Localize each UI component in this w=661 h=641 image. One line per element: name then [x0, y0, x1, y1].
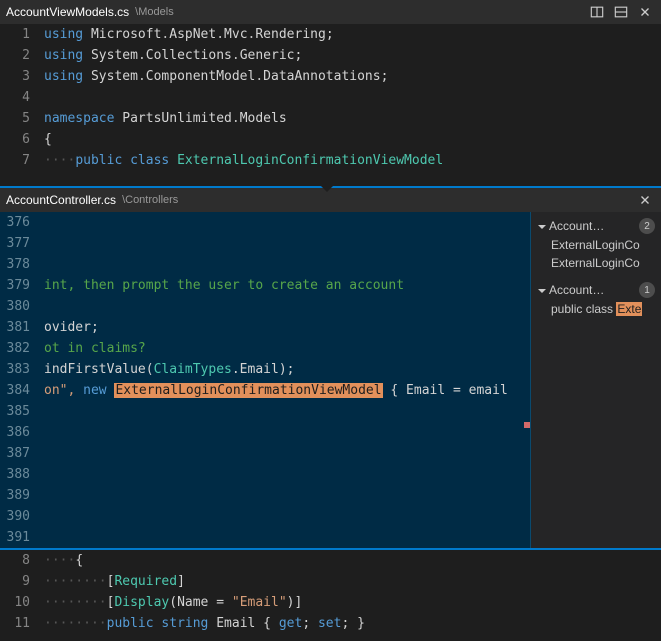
peek-file-name: AccountController.cs [6, 193, 116, 207]
error-marker-icon[interactable] [524, 422, 530, 428]
peek-pane: AccountController.cs \Controllers 376 37… [0, 186, 661, 548]
chevron-down-icon [537, 221, 547, 231]
count-badge: 2 [639, 218, 655, 234]
references-panel: Account… 2 ExternalLoginCo ExternalLogin… [531, 212, 661, 548]
bottom-editor-pane: 8····{ 9········[Required] 10········[Di… [0, 548, 661, 641]
reference-item[interactable]: ExternalLoginCo [531, 254, 661, 272]
top-file-path: \Models [135, 6, 174, 18]
code-line: 2using System.Collections.Generic; [0, 45, 661, 66]
reference-file-group[interactable]: Account… 1 [531, 280, 661, 300]
split-horizontal-icon[interactable] [611, 2, 631, 22]
code-line: 7····public class ExternalLoginConfirmat… [0, 150, 661, 171]
top-code-area[interactable]: 1using Microsoft.AspNet.Mvc.Rendering; 2… [0, 24, 661, 186]
reference-file-group[interactable]: Account… 2 [531, 216, 661, 236]
peek-pointer-icon [320, 185, 334, 192]
reference-item[interactable]: public class Exte [531, 300, 661, 318]
close-icon[interactable] [635, 2, 655, 22]
split-vertical-icon[interactable] [587, 2, 607, 22]
peek-code-area[interactable]: 376 377 378 379int, then prompt the user… [0, 212, 531, 548]
bottom-code-area[interactable]: 8····{ 9········[Required] 10········[Di… [0, 550, 661, 641]
code-line: 1using Microsoft.AspNet.Mvc.Rendering; [0, 24, 661, 45]
count-badge: 1 [639, 282, 655, 298]
peek-file-path: \Controllers [122, 194, 178, 206]
top-file-name: AccountViewModels.cs [6, 5, 129, 19]
close-icon[interactable] [635, 190, 655, 210]
code-line: 3using System.ComponentModel.DataAnnotat… [0, 66, 661, 87]
code-line: 6{ [0, 129, 661, 150]
code-line: 5namespace PartsUnlimited.Models [0, 108, 661, 129]
top-editor-pane: AccountViewModels.cs \Models 1using Micr… [0, 0, 661, 186]
chevron-down-icon [537, 285, 547, 295]
top-titlebar: AccountViewModels.cs \Models [0, 0, 661, 24]
code-line: 4 [0, 87, 661, 108]
reference-item[interactable]: ExternalLoginCo [531, 236, 661, 254]
